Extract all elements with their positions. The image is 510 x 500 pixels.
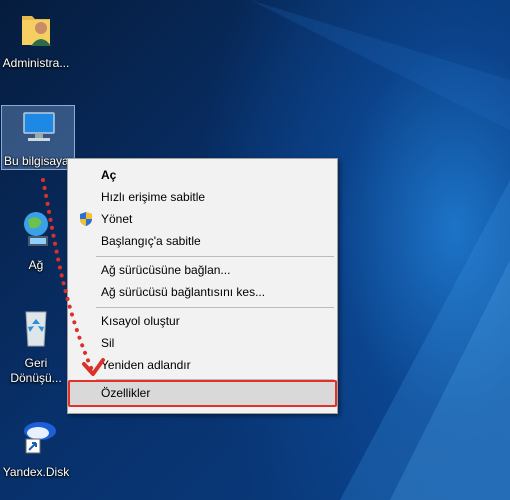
desktop-icon-this-pc[interactable]: Bu bilgisayar — [1, 105, 75, 170]
menu-item-label: Başlangıç'a sabitle — [101, 234, 201, 248]
user-folder-icon — [14, 6, 58, 50]
menu-item-label: Yönet — [101, 212, 133, 226]
menu-item-disconnect-network-drive[interactable]: Ağ sürücüsü bağlantısını kes... — [68, 281, 337, 303]
menu-item-label: Yeniden adlandır — [101, 358, 191, 372]
menu-item-label: Ağ sürücüsüne bağlan... — [101, 263, 231, 277]
menu-item-label: Özellikler — [101, 386, 151, 400]
desktop-icon-yandex-disk[interactable]: Yandex.Disk — [0, 415, 72, 480]
menu-item-create-shortcut[interactable]: Kısayol oluştur — [68, 310, 337, 332]
desktop-icon-recycle-bin[interactable]: Geri Dönüşü... — [0, 306, 72, 386]
context-menu: Aç Hızlı erişime sabitle Yönet Başlangıç… — [67, 158, 338, 414]
desktop-icon-label: Bu bilgisayar — [4, 154, 72, 168]
menu-item-label: Hızlı erişime sabitle — [101, 190, 206, 204]
desktop-icon-label: Ağ — [28, 258, 44, 272]
desktop-icon-label: Administra... — [2, 56, 70, 70]
menu-item-delete[interactable]: Sil — [68, 332, 337, 354]
desktop-icon-label: Yandex.Disk — [2, 465, 70, 479]
network-globe-icon — [14, 208, 58, 252]
desktop-icon-administrator[interactable]: Administra... — [0, 6, 72, 71]
menu-separator — [96, 307, 334, 308]
menu-item-label: Ağ sürücüsü bağlantısını kes... — [101, 285, 266, 299]
menu-item-rename[interactable]: Yeniden adlandır — [68, 354, 337, 376]
menu-item-pin-quick-access[interactable]: Hızlı erişime sabitle — [68, 186, 337, 208]
menu-separator — [96, 256, 334, 257]
desktop-icon-network[interactable]: Ağ — [0, 208, 72, 273]
recycle-bin-icon — [14, 306, 58, 350]
menu-item-label: Kısayol oluştur — [101, 314, 180, 328]
desktop-icon-label: Geri Dönüşü... — [10, 356, 62, 385]
uac-shield-icon — [78, 211, 94, 227]
menu-item-properties[interactable]: Özellikler — [68, 380, 337, 407]
menu-item-label: Sil — [101, 336, 115, 350]
menu-item-map-network-drive[interactable]: Ağ sürücüsüne bağlan... — [68, 259, 337, 281]
menu-item-manage[interactable]: Yönet — [68, 208, 337, 230]
yandex-disk-icon — [14, 415, 58, 459]
computer-icon — [16, 109, 60, 153]
menu-item-label: Aç — [101, 168, 117, 182]
menu-item-open[interactable]: Aç — [68, 164, 337, 186]
menu-item-pin-start[interactable]: Başlangıç'a sabitle — [68, 230, 337, 252]
